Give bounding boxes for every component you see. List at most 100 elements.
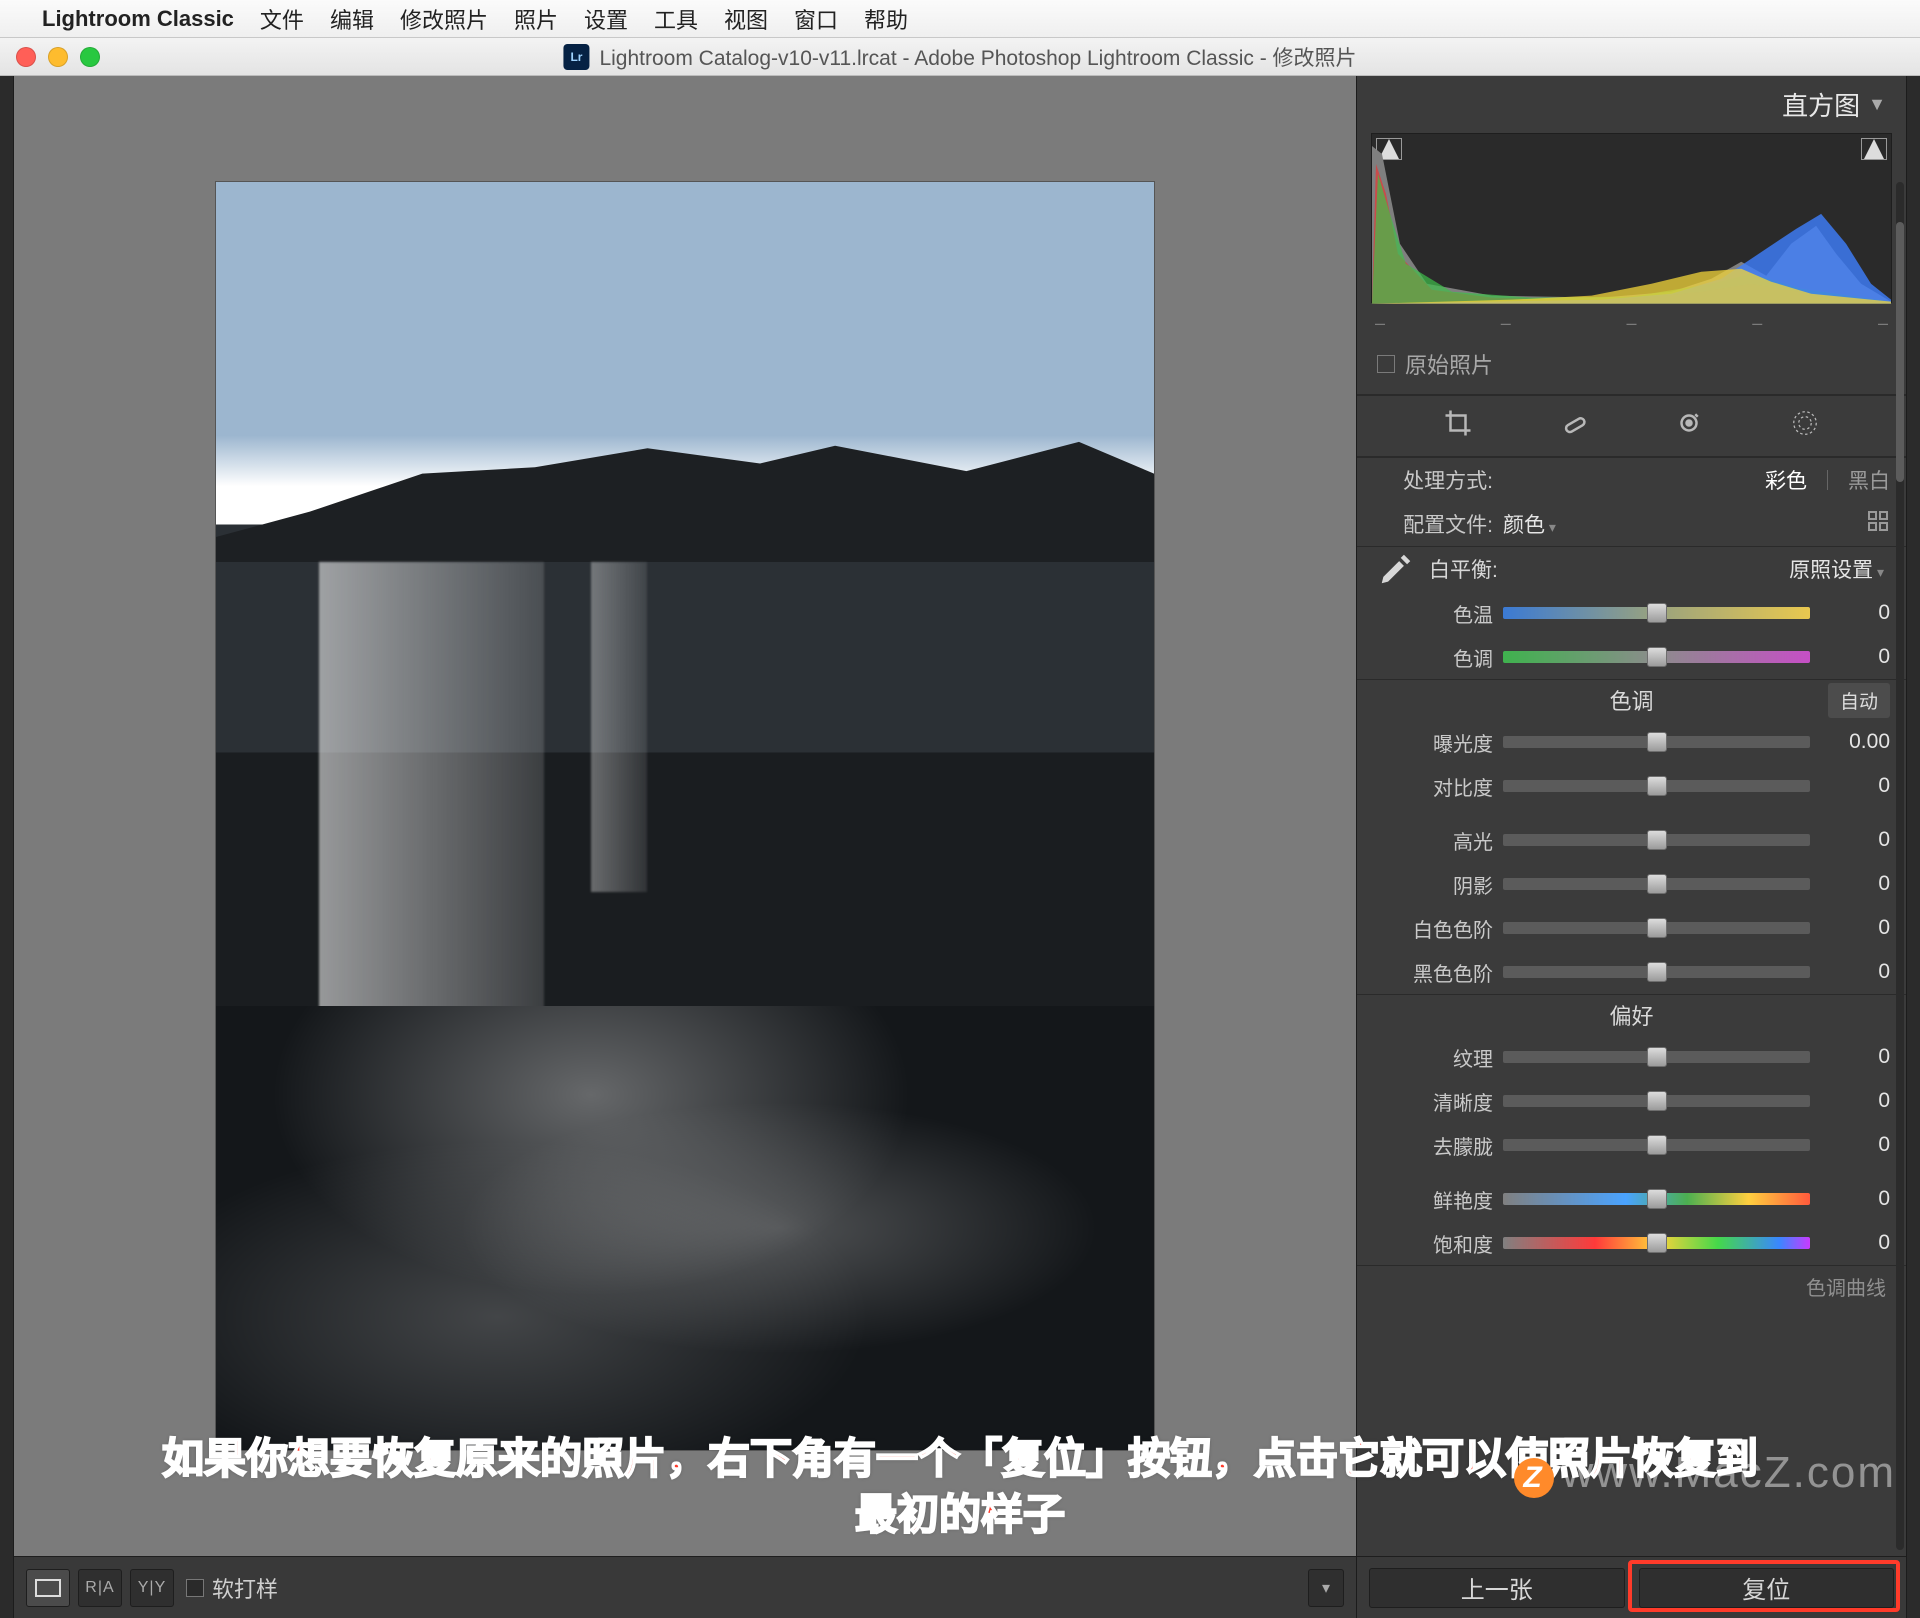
histogram-panel-header[interactable]: 直方图 ▼ — [1357, 76, 1906, 133]
menubar-item-tools[interactable]: 工具 — [654, 3, 698, 35]
contrast-value[interactable]: 0 — [1820, 774, 1890, 798]
window-title: Lightroom Catalog-v10-v11.lrcat - Adobe … — [599, 42, 1356, 72]
highlights-value[interactable]: 0 — [1820, 828, 1890, 852]
whites-slider[interactable] — [1503, 922, 1810, 934]
exposure-value[interactable]: 0.00 — [1820, 730, 1890, 754]
dehaze-value[interactable]: 0 — [1820, 1133, 1890, 1157]
treatment-bw-button[interactable]: 黑白 — [1848, 465, 1890, 495]
profile-browser-button[interactable] — [1866, 509, 1890, 539]
histogram-title: 直方图 — [1782, 86, 1860, 123]
whites-label: 白色色阶 — [1373, 914, 1493, 943]
exposure-label: 曝光度 — [1373, 728, 1493, 757]
tint-value[interactable]: 0 — [1820, 645, 1890, 669]
clarity-label: 清晰度 — [1373, 1087, 1493, 1116]
menubar-item-view[interactable]: 视图 — [724, 3, 768, 35]
shadows-value[interactable]: 0 — [1820, 872, 1890, 896]
blacks-label: 黑色色阶 — [1373, 958, 1493, 987]
saturation-slider[interactable] — [1503, 1237, 1810, 1249]
wb-preset-dropdown[interactable]: 原照设置 — [1529, 554, 1890, 584]
before-after-yy-button[interactable]: Y|Y — [130, 1569, 174, 1607]
menubar-item-develop[interactable]: 修改照片 — [400, 3, 488, 35]
softproof-label: 软打样 — [212, 1572, 278, 1604]
panel-scrollbar[interactable] — [1896, 182, 1904, 1550]
treatment-label: 处理方式: — [1373, 465, 1493, 495]
window-controls — [16, 47, 100, 67]
saturation-label: 饱和度 — [1373, 1229, 1493, 1258]
shadows-label: 阴影 — [1373, 870, 1493, 899]
chevron-down-icon: ▾ — [1322, 1578, 1330, 1598]
blacks-slider[interactable] — [1503, 966, 1810, 978]
exposure-slider[interactable] — [1503, 736, 1810, 748]
whites-value[interactable]: 0 — [1820, 916, 1890, 940]
crop-tool-button[interactable] — [1443, 408, 1473, 444]
redeye-tool-button[interactable] — [1674, 408, 1704, 444]
scrollbar-thumb[interactable] — [1896, 222, 1904, 482]
clarity-value[interactable]: 0 — [1820, 1089, 1890, 1113]
wb-label: 白平衡: — [1429, 554, 1519, 584]
shadows-slider[interactable] — [1503, 878, 1810, 890]
minimize-window-button[interactable] — [48, 47, 68, 67]
menubar-item-window[interactable]: 窗口 — [794, 3, 838, 35]
texture-label: 纹理 — [1373, 1043, 1493, 1072]
menubar-item-photo[interactable]: 照片 — [514, 3, 558, 35]
blacks-value[interactable]: 0 — [1820, 960, 1890, 984]
menubar-item-help[interactable]: 帮助 — [864, 3, 908, 35]
right-panel-collapse-handle[interactable] — [1906, 76, 1920, 1618]
mask-tool-button[interactable] — [1790, 408, 1820, 444]
panel-disclosure-icon: ▼ — [1868, 94, 1886, 115]
vibrance-slider[interactable] — [1503, 1193, 1810, 1205]
saturation-value[interactable]: 0 — [1820, 1231, 1890, 1255]
contrast-label: 对比度 — [1373, 772, 1493, 801]
texture-value[interactable]: 0 — [1820, 1045, 1890, 1069]
develop-panel: 直方图 ▼ ––––– 原始照片 — [1356, 76, 1906, 1618]
highlights-slider[interactable] — [1503, 834, 1810, 846]
softproof-checkbox[interactable]: 软打样 — [186, 1572, 278, 1604]
heal-tool-button[interactable] — [1559, 408, 1589, 444]
panel-bottom-bar: 上一张 复位 — [1357, 1556, 1906, 1618]
tint-slider[interactable] — [1503, 651, 1810, 663]
auto-tone-button[interactable]: 自动 — [1828, 683, 1890, 718]
presence-section-title: 偏好 — [1609, 999, 1653, 1031]
profile-label: 配置文件: — [1373, 509, 1493, 539]
dehaze-label: 去朦胧 — [1373, 1131, 1493, 1160]
image-canvas[interactable] — [14, 76, 1356, 1556]
checkbox-icon — [1377, 355, 1395, 373]
before-after-ra-button[interactable]: R|A — [78, 1569, 122, 1607]
white-balance-picker-button[interactable] — [1373, 546, 1419, 592]
tint-label: 色调 — [1373, 643, 1493, 672]
toolbar-more-button[interactable]: ▾ — [1308, 1569, 1344, 1607]
temp-value[interactable]: 0 — [1820, 601, 1890, 625]
temp-label: 色温 — [1373, 599, 1493, 628]
temp-slider[interactable] — [1503, 607, 1810, 619]
checkbox-icon — [186, 1579, 204, 1597]
app-body: R|A Y|Y 软打样 ▾ 直方图 ▼ — [0, 76, 1920, 1618]
treatment-color-button[interactable]: 彩色 — [1765, 465, 1807, 495]
menubar-item-edit[interactable]: 编辑 — [330, 3, 374, 35]
zoom-window-button[interactable] — [80, 47, 100, 67]
dehaze-slider[interactable] — [1503, 1139, 1810, 1151]
loupe-icon — [35, 1579, 61, 1597]
previous-photo-button[interactable]: 上一张 — [1369, 1568, 1625, 1608]
reset-button[interactable]: 复位 — [1639, 1568, 1895, 1608]
menubar-item-file[interactable]: 文件 — [260, 3, 304, 35]
main-column: R|A Y|Y 软打样 ▾ — [14, 76, 1356, 1618]
histogram[interactable] — [1371, 133, 1892, 303]
loupe-view-button[interactable] — [26, 1569, 70, 1607]
texture-slider[interactable] — [1503, 1051, 1810, 1063]
contrast-slider[interactable] — [1503, 780, 1810, 792]
highlights-label: 高光 — [1373, 826, 1493, 855]
tone-section-title: 色调 — [1609, 684, 1653, 716]
histogram-plot — [1372, 134, 1891, 304]
clarity-slider[interactable] — [1503, 1095, 1810, 1107]
tone-curve-panel-header[interactable]: 色调曲线 — [1373, 1266, 1890, 1301]
left-panel-collapse-handle[interactable] — [0, 76, 14, 1618]
original-photo-label: 原始照片 — [1405, 348, 1493, 380]
original-photo-toggle[interactable]: 原始照片 — [1357, 342, 1906, 395]
window-titlebar: Lr Lightroom Catalog-v10-v11.lrcat - Ado… — [0, 38, 1920, 76]
menubar-appname[interactable]: Lightroom Classic — [42, 6, 234, 32]
photo-preview — [215, 181, 1155, 1451]
vibrance-value[interactable]: 0 — [1820, 1187, 1890, 1211]
menubar-item-settings[interactable]: 设置 — [584, 3, 628, 35]
close-window-button[interactable] — [16, 47, 36, 67]
profile-dropdown[interactable]: 颜色 — [1503, 509, 1562, 539]
